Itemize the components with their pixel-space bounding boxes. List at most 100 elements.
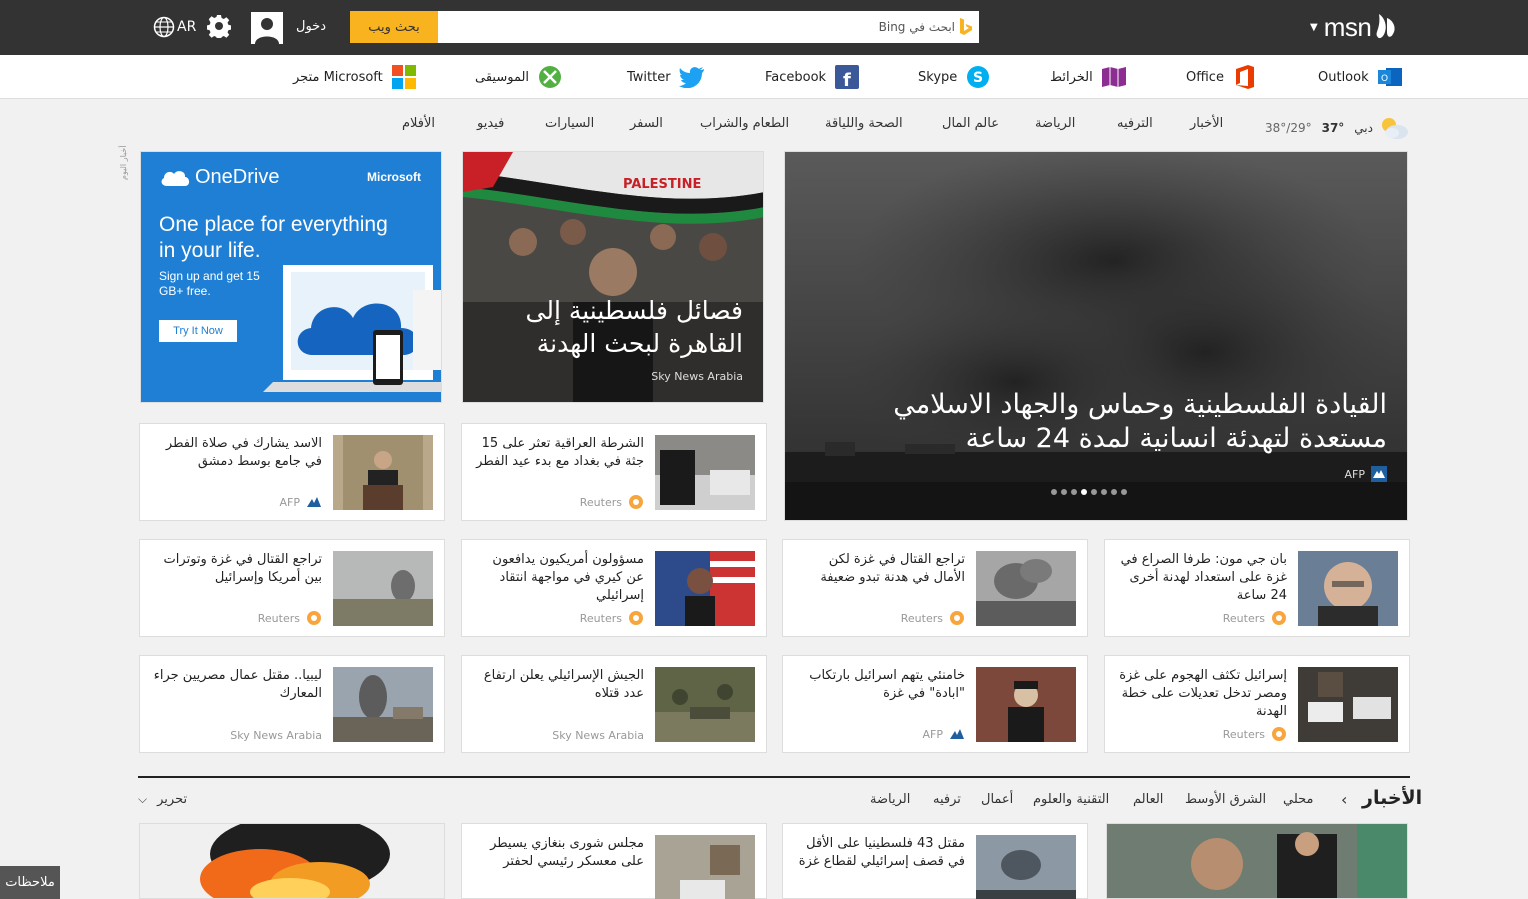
nav-movies[interactable]: الأفلام bbox=[402, 116, 435, 131]
carousel-dots bbox=[1051, 489, 1127, 495]
source-label: AFP bbox=[922, 727, 944, 741]
story-source: Sky News Arabia bbox=[552, 729, 644, 742]
tab-business[interactable]: أعمال bbox=[981, 792, 1013, 807]
feature-story[interactable]: PALESTINE فصائل فلسطينية إلى القاهرة لبح… bbox=[462, 151, 764, 403]
nav-food[interactable]: الطعام والشراب bbox=[700, 116, 789, 131]
quicklink-twitter[interactable]: Twitter bbox=[627, 63, 705, 91]
story-title[interactable]: تراجع القتال في غزة لكن الأمال في هدنة ت… bbox=[795, 551, 965, 587]
story-title[interactable]: مجلس شورى بنغازي يسيطر على معسكر رئيسي ل… bbox=[474, 835, 644, 871]
story-thumbnail bbox=[655, 667, 755, 742]
carousel-dot[interactable] bbox=[1061, 489, 1067, 495]
carousel-dot[interactable] bbox=[1091, 489, 1097, 495]
onedrive-ad[interactable]: OneDrive Microsoft One place for everyth… bbox=[140, 151, 442, 403]
reuters-icon bbox=[629, 495, 643, 509]
nav-sports[interactable]: الرياضة bbox=[1035, 116, 1075, 131]
chevron-down-icon[interactable]: ▼ bbox=[1310, 22, 1318, 33]
quicklink-music[interactable]: الموسيقى bbox=[475, 63, 563, 91]
msn-logo[interactable]: ▼ msn bbox=[1310, 10, 1399, 44]
story-source: AFP bbox=[280, 494, 323, 510]
nav-money[interactable]: عالم المال bbox=[942, 116, 999, 131]
quicklink-office[interactable]: Office bbox=[1186, 63, 1258, 91]
carousel-dot[interactable] bbox=[1051, 489, 1057, 495]
search-input[interactable]: ابحث في Bing bbox=[438, 11, 979, 43]
feedback-button[interactable]: ملاحظات bbox=[0, 866, 60, 899]
story-card[interactable]: مجلس شورى بنغازي يسيطر على معسكر رئيسي ل… bbox=[461, 823, 767, 899]
story-title[interactable]: الاسد يشارك في صلاة الفطر في جامع بوسط د… bbox=[152, 435, 322, 471]
story-title[interactable]: الجيش الإسرائيلي يعلن ارتفاع عدد قتلاه bbox=[474, 667, 644, 703]
story-card[interactable]: الجيش الإسرائيلي يعلن ارتفاع عدد قتلاه S… bbox=[461, 655, 767, 753]
logo-text: msn bbox=[1323, 11, 1372, 42]
story-card[interactable]: تراجع القتال في غزة وتوترات بين أمريكا و… bbox=[139, 539, 445, 637]
office-icon bbox=[1232, 64, 1258, 90]
try-it-now-button[interactable]: Try It Now bbox=[159, 320, 237, 342]
story-thumbnail bbox=[333, 667, 433, 742]
web-search-button[interactable]: بحث ويب bbox=[350, 11, 438, 43]
story-title[interactable]: ليبيا.. مقتل عمال مصريين جراء المعارك bbox=[152, 667, 322, 703]
tab-entertainment[interactable]: ترفيه bbox=[933, 792, 961, 807]
story-card[interactable]: خامنئي يتهم اسرائيل بارتكاب "ابادة" في غ… bbox=[782, 655, 1088, 753]
search-placeholder: ابحث في Bing bbox=[878, 20, 955, 34]
story-title[interactable]: مسؤولون أمريكيون يدافعون عن كيري في مواج… bbox=[474, 551, 644, 605]
story-title[interactable]: خامنئي يتهم اسرائيل بارتكاب "ابادة" في غ… bbox=[795, 667, 965, 703]
story-card[interactable]: مسؤولون أمريكيون يدافعون عن كيري في مواج… bbox=[461, 539, 767, 637]
microsoft-store-icon bbox=[391, 64, 417, 90]
tab-technology[interactable]: التقنية والعلوم bbox=[1033, 792, 1109, 807]
nav-travel[interactable]: السفر bbox=[630, 116, 663, 131]
nav-health[interactable]: الصحة واللياقة bbox=[825, 116, 903, 131]
hero-title[interactable]: القيادة الفلسطينية وحماس والجهاد الاسلام… bbox=[867, 388, 1387, 456]
side-widget[interactable]: أخبار اليوم bbox=[119, 125, 133, 180]
feature-title[interactable]: فصائل فلسطينية إلى القاهرة لبحث الهدنة bbox=[473, 294, 743, 360]
story-source: Reuters bbox=[258, 610, 322, 626]
news-section-title[interactable]: الأخبار bbox=[1362, 787, 1422, 809]
language-selector[interactable]: AR bbox=[153, 16, 196, 38]
chevron-left-icon[interactable]: ‹ bbox=[1341, 790, 1347, 809]
fire-story-image[interactable] bbox=[139, 823, 445, 899]
story-thumbnail bbox=[655, 551, 755, 626]
story-card[interactable]: إسرائيل تكثف الهجوم على غزة ومصر تدخل تع… bbox=[1104, 655, 1410, 753]
tab-middle-east[interactable]: الشرق الأوسط bbox=[1185, 792, 1266, 807]
story-title[interactable]: الشرطة العراقية تعثر على 15 جثة في بغداد… bbox=[474, 435, 644, 471]
story-card[interactable]: الشرطة العراقية تعثر على 15 جثة في بغداد… bbox=[461, 423, 767, 521]
news-feature-image[interactable] bbox=[1106, 823, 1408, 899]
msn-butterfly-icon bbox=[1376, 14, 1395, 39]
carousel-dot[interactable] bbox=[1081, 489, 1087, 495]
story-title[interactable]: بان جي مون: طرفا الصراع في غزة على استعد… bbox=[1117, 551, 1287, 605]
story-title[interactable]: إسرائيل تكثف الهجوم على غزة ومصر تدخل تع… bbox=[1117, 667, 1287, 721]
hero-story[interactable]: القيادة الفلسطينية وحماس والجهاد الاسلام… bbox=[784, 151, 1408, 521]
tab-world[interactable]: العالم bbox=[1133, 792, 1163, 807]
outlook-icon: O bbox=[1377, 64, 1403, 90]
chevron-down-icon: ⌵ bbox=[138, 792, 148, 806]
story-card[interactable]: مقتل 43 فلسطينيا على الأقل في قصف إسرائي… bbox=[782, 823, 1088, 899]
quicklink-skype[interactable]: Skype S bbox=[918, 63, 991, 91]
quicklink-microsoft-store[interactable]: متجر Microsoft bbox=[293, 63, 417, 91]
carousel-dot[interactable] bbox=[1101, 489, 1107, 495]
category-nav: الأخبار الترفيه الرياضة عالم المال الصحة… bbox=[140, 110, 1410, 140]
story-thumbnail bbox=[976, 835, 1076, 899]
story-card[interactable]: بان جي مون: طرفا الصراع في غزة على استعد… bbox=[1104, 539, 1410, 637]
story-thumbnail bbox=[976, 667, 1076, 742]
carousel-dot[interactable] bbox=[1111, 489, 1117, 495]
story-card[interactable]: الاسد يشارك في صلاة الفطر في جامع بوسط د… bbox=[139, 423, 445, 521]
tab-sports[interactable]: الرياضة bbox=[870, 792, 910, 807]
quicklink-outlook[interactable]: Outlook O bbox=[1318, 63, 1403, 91]
nav-video[interactable]: فيديو bbox=[477, 116, 504, 131]
source-label: Reuters bbox=[1222, 727, 1265, 741]
nav-autos[interactable]: السيارات bbox=[545, 116, 594, 131]
carousel-dot[interactable] bbox=[1071, 489, 1077, 495]
nav-entertainment[interactable]: الترفيه bbox=[1117, 116, 1153, 131]
story-card[interactable]: تراجع القتال في غزة لكن الأمال في هدنة ت… bbox=[782, 539, 1088, 637]
settings-gear-icon[interactable] bbox=[207, 14, 231, 38]
user-avatar-icon[interactable] bbox=[251, 12, 283, 44]
story-title[interactable]: تراجع القتال في غزة وتوترات بين أمريكا و… bbox=[152, 551, 322, 587]
carousel-dot[interactable] bbox=[1121, 489, 1127, 495]
signin-link[interactable]: دخول bbox=[296, 19, 326, 34]
story-title[interactable]: مقتل 43 فلسطينيا على الأقل في قصف إسرائي… bbox=[795, 835, 965, 871]
story-card[interactable]: ليبيا.. مقتل عمال مصريين جراء المعارك Sk… bbox=[139, 655, 445, 753]
nav-news[interactable]: الأخبار bbox=[1190, 116, 1223, 131]
quicklink-maps[interactable]: الخرائط bbox=[1050, 63, 1127, 91]
story-source: Reuters bbox=[580, 494, 644, 510]
tab-local[interactable]: محلي bbox=[1283, 792, 1314, 807]
quicklink-facebook[interactable]: Facebook f bbox=[765, 63, 860, 91]
section-divider bbox=[138, 776, 1410, 778]
edit-button[interactable]: ⌵ تحرير bbox=[138, 792, 187, 807]
